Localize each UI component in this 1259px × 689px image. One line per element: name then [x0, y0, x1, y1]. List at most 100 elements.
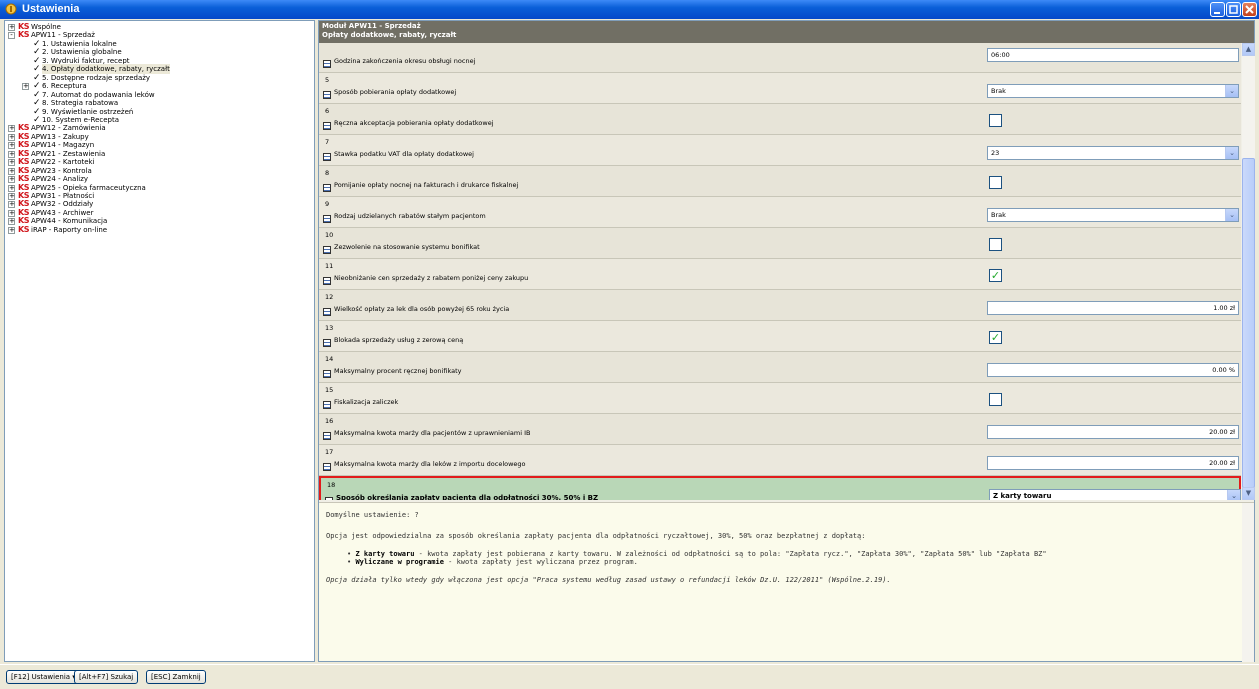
option-select-value: Z karty towaru — [993, 492, 1052, 500]
option-number: 10 — [325, 231, 334, 239]
option-row: 14 Maksymalny procent ręcznej bonifikaty 0… — [319, 352, 1241, 383]
panel-subtitle: Opłaty dodatkowe, rabaty, ryczałt — [322, 31, 457, 39]
scroll-down-icon[interactable]: ▼ — [1242, 487, 1255, 500]
option-doc-icon — [323, 153, 331, 161]
option-row: 8 Pomijanie opłaty nocnej na fakturach i … — [319, 166, 1241, 197]
option-row: 13 Blokada sprzedaży usług z zerową ceną ✓ — [319, 321, 1241, 352]
minimize-button[interactable] — [1210, 2, 1225, 17]
search-button[interactable]: [Alt+F7] Szukaj — [74, 670, 139, 684]
options-list: Godzina zakończenia okresu obsługi nocne… — [319, 43, 1241, 500]
option-number: 8 — [325, 169, 330, 177]
option-value-field[interactable]: 06:00 — [987, 48, 1239, 62]
option-select[interactable]: Brak ⌄ — [987, 208, 1239, 222]
scrollbar-thumb[interactable] — [1242, 158, 1255, 488]
option-label: Fiskalizacja zaliczek — [334, 398, 399, 406]
options-scrollbar[interactable]: ▲ ▼ — [1242, 43, 1255, 500]
window-title: Ustawienia — [22, 3, 80, 15]
maximize-button[interactable] — [1226, 2, 1241, 17]
chevron-down-icon[interactable]: ⌄ — [1225, 209, 1238, 221]
expand-icon[interactable]: + — [8, 226, 15, 234]
option-doc-icon — [323, 277, 331, 285]
option-number: 14 — [325, 355, 334, 363]
option-label: Ręczna akceptacja pobierania opłaty doda… — [334, 119, 494, 127]
option-row: 18 Sposób określania zapłaty pacjenta dla… — [319, 476, 1241, 500]
option-number: 7 — [325, 138, 330, 146]
option-row: 16 Maksymalna kwota marży dla pacjentów z… — [319, 414, 1241, 445]
ks-logo-icon: KS — [18, 224, 29, 234]
panel-header: Moduł APW11 - Sprzedaż Opłaty dodatkowe,… — [319, 21, 1254, 43]
option-row: 7 Stawka podatku VAT dla opłaty dodatkowe… — [319, 135, 1241, 166]
close-window-button[interactable]: [ESC] Zamknij — [146, 670, 206, 684]
scroll-up-icon[interactable]: ▲ — [1242, 43, 1255, 56]
option-label: Blokada sprzedaży usług z zerową ceną — [334, 336, 464, 344]
option-checkbox[interactable]: ✓ — [989, 331, 1002, 344]
option-doc-icon — [323, 91, 331, 99]
settings-menu-button[interactable]: [F12] Ustawienia ▾ — [6, 670, 81, 684]
option-label: Maksymalny procent ręcznej bonifikaty — [334, 367, 462, 375]
settings-panel: Moduł APW11 - Sprzedaż Opłaty dodatkowe,… — [318, 20, 1255, 662]
option-doc-icon — [323, 370, 331, 378]
bottom-toolbar: [F12] Ustawienia ▾ [Alt+F7] Szukaj [ESC]… — [0, 664, 1259, 689]
option-number: 13 — [325, 324, 334, 332]
option-select-value: Brak — [991, 211, 1006, 219]
option-label: Zezwolenie na stosowanie systemu bonifik… — [334, 243, 480, 251]
option-checkbox[interactable] — [989, 393, 1002, 406]
option-number: 9 — [325, 200, 330, 208]
description-note: Opcja działa tylko wtedy gdy włączona je… — [326, 576, 891, 584]
option-select[interactable]: Z karty towaru ⌄ — [989, 489, 1241, 500]
option-checkbox[interactable]: ✓ — [989, 269, 1002, 282]
close-button[interactable] — [1242, 2, 1257, 17]
option-doc-icon — [323, 215, 331, 223]
option-checkbox[interactable] — [989, 176, 1002, 189]
option-number: 18 — [327, 481, 336, 489]
chevron-down-icon[interactable]: ⌄ — [1225, 85, 1238, 97]
option-doc-icon — [323, 60, 331, 68]
chevron-down-icon[interactable]: ⌄ — [1225, 147, 1238, 159]
description-intro: Opcja jest odpowiedzialna za sposób okre… — [326, 532, 866, 540]
option-doc-icon — [323, 308, 331, 316]
option-label: Rodzaj udzielanych rabatów stałym pacjen… — [334, 212, 486, 220]
option-number: 15 — [325, 386, 334, 394]
option-row: 5 Sposób pobierania opłaty dodatkowej Brak… — [319, 73, 1241, 104]
option-label: Maksymalna kwota marży dla pacjentów z u… — [334, 429, 531, 437]
option-value-field[interactable]: 20.00 zł — [987, 425, 1239, 439]
description-item: • Wyliczane w programie - kwota zapłaty … — [347, 558, 638, 566]
option-value-field[interactable]: 0.00 % — [987, 363, 1239, 377]
option-doc-icon — [325, 497, 333, 500]
option-label: Stawka podatku VAT dla opłaty dodatkowej — [334, 150, 474, 158]
option-number: 17 — [325, 448, 334, 456]
description-scrollbar[interactable] — [1242, 503, 1254, 662]
option-row: 12 Wielkość opłaty za lek dla osób powyże… — [319, 290, 1241, 321]
option-number: 16 — [325, 417, 334, 425]
option-label: Maksymalna kwota marży dla leków z impor… — [334, 460, 526, 468]
option-doc-icon — [323, 184, 331, 192]
option-label: Sposób pobierania opłaty dodatkowej — [334, 88, 457, 96]
option-value-field[interactable]: 1.00 zł — [987, 301, 1239, 315]
option-row: 9 Rodzaj udzielanych rabatów stałym pacje… — [319, 197, 1241, 228]
option-select-value: Brak — [991, 87, 1006, 95]
option-row: 11 Nieobniżanie cen sprzedaży z rabatem p… — [319, 259, 1241, 290]
option-value-field[interactable]: 20.00 zł — [987, 456, 1239, 470]
option-row: 10 Zezwolenie na stosowanie systemu bonif… — [319, 228, 1241, 259]
tree-item-label: iRAP - Raporty on-line — [31, 225, 108, 234]
option-label: Wielkość opłaty za lek dla osób powyżej … — [334, 305, 510, 313]
option-description: Domyślne ustawienie: ? Opcja jest odpowi… — [319, 502, 1254, 662]
option-doc-icon — [323, 122, 331, 130]
option-select-value: 23 — [991, 149, 1000, 157]
option-doc-icon — [323, 339, 331, 347]
settings-tree[interactable]: + KS Wspólne - KS APW11 - Sprzedaż ✓ 1. Ustawie… — [4, 20, 315, 662]
option-label: Pomijanie opłaty nocnej na fakturach i d… — [334, 181, 519, 189]
option-select[interactable]: 23 ⌄ — [987, 146, 1239, 160]
option-select[interactable]: Brak ⌄ — [987, 84, 1239, 98]
tree-item[interactable]: + KS iRAP - Raporty on-line — [5, 225, 310, 235]
default-setting-text: Domyślne ustawienie: ? — [326, 511, 419, 519]
app-icon — [5, 3, 17, 15]
description-item: • Z karty towaru - kwota zapłaty jest po… — [347, 550, 1047, 558]
option-row: 17 Maksymalna kwota marży dla leków z imp… — [319, 445, 1241, 476]
option-checkbox[interactable] — [989, 114, 1002, 127]
option-number: 6 — [325, 107, 330, 115]
chevron-down-icon[interactable]: ⌄ — [1227, 490, 1240, 500]
option-doc-icon — [323, 401, 331, 409]
option-label: Sposób określania zapłaty pacjenta dla o… — [336, 494, 599, 500]
option-checkbox[interactable] — [989, 238, 1002, 251]
